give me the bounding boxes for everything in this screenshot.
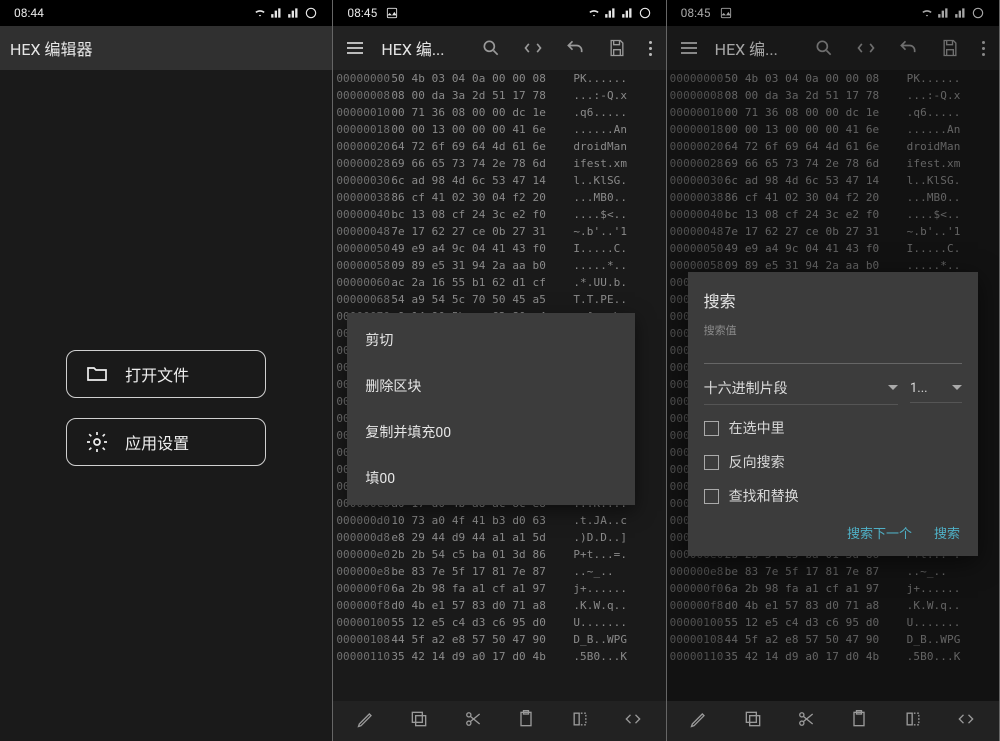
search-button[interactable] bbox=[477, 34, 505, 62]
goto-button[interactable] bbox=[519, 34, 547, 62]
scissors-icon bbox=[463, 709, 483, 729]
search-next-button[interactable]: 搜索下一个 bbox=[847, 523, 912, 542]
ctx-delete-block[interactable]: 删除区块 bbox=[347, 363, 635, 409]
app-title: HEX 编... bbox=[381, 36, 462, 60]
search-size-select[interactable]: 1... bbox=[910, 375, 962, 403]
code-button[interactable] bbox=[617, 703, 649, 739]
wifi-icon bbox=[587, 6, 601, 20]
menu-button[interactable] bbox=[343, 38, 367, 58]
search-value-input[interactable] bbox=[704, 340, 962, 364]
select-icon bbox=[570, 709, 590, 729]
check-replace[interactable]: 查找和替换 bbox=[688, 479, 978, 513]
checkbox-icon bbox=[704, 455, 719, 470]
arrows-icon bbox=[523, 38, 543, 58]
cut-button[interactable] bbox=[457, 703, 489, 739]
signal-icon bbox=[270, 6, 284, 20]
edit-button[interactable] bbox=[683, 703, 715, 739]
search-type-value: 十六进制片段 bbox=[704, 378, 788, 398]
search-size-value: 1... bbox=[910, 381, 928, 396]
code-button[interactable] bbox=[950, 703, 982, 739]
cut-button[interactable] bbox=[790, 703, 822, 739]
dialog-title: 搜索 bbox=[688, 288, 978, 322]
settings-label: 应用设置 bbox=[125, 430, 189, 454]
edit-button[interactable] bbox=[350, 703, 382, 739]
ctx-copy-fill-00[interactable]: 复制并填充00 bbox=[347, 409, 635, 455]
pencil-icon bbox=[689, 709, 709, 729]
select-icon bbox=[903, 709, 923, 729]
undo-icon bbox=[565, 38, 585, 58]
image-icon bbox=[385, 6, 399, 20]
wifi-icon bbox=[253, 6, 267, 20]
save-button[interactable] bbox=[603, 34, 631, 62]
search-go-button[interactable]: 搜索 bbox=[934, 523, 960, 542]
app-bar: HEX 编辑器 bbox=[0, 26, 332, 70]
copy-button[interactable] bbox=[403, 703, 435, 739]
check-in-selection[interactable]: 在选中里 bbox=[688, 411, 978, 445]
copy-icon bbox=[743, 709, 763, 729]
pane-editor-search: 08:45 HEX 编... 0000000050 4b 03 04 0a 00… bbox=[667, 0, 1000, 741]
gear-icon bbox=[85, 430, 109, 454]
circle-icon bbox=[304, 6, 318, 20]
pencil-icon bbox=[356, 709, 376, 729]
undo-button[interactable] bbox=[561, 34, 589, 62]
scissors-icon bbox=[796, 709, 816, 729]
chevron-down-icon bbox=[888, 385, 898, 395]
more-button[interactable] bbox=[645, 37, 656, 60]
bottom-toolbar bbox=[667, 701, 999, 741]
checkbox-icon bbox=[704, 421, 719, 436]
code-icon bbox=[956, 709, 976, 729]
bottom-toolbar bbox=[333, 701, 665, 741]
copy-icon bbox=[409, 709, 429, 729]
select-button[interactable] bbox=[564, 703, 596, 739]
signal-icon bbox=[604, 6, 618, 20]
context-menu: 剪切 删除区块 复制并填充00 填00 bbox=[347, 313, 635, 505]
pane-editor-ctx: 08:45 HEX 编... 0000000050 4b 03 04 0a 00… bbox=[333, 0, 666, 741]
status-bar: 08:44 bbox=[0, 0, 332, 26]
status-bar: 08:45 bbox=[333, 0, 665, 26]
save-icon bbox=[607, 38, 627, 58]
ctx-cut[interactable]: 剪切 bbox=[347, 317, 635, 363]
settings-button[interactable]: 应用设置 bbox=[66, 418, 266, 466]
select-button[interactable] bbox=[897, 703, 929, 739]
signal-icon-2 bbox=[287, 6, 301, 20]
code-icon bbox=[623, 709, 643, 729]
paste-button[interactable] bbox=[843, 703, 875, 739]
signal-icon-2 bbox=[621, 6, 635, 20]
pane-home: 08:44 HEX 编辑器 打开文件 应用设置 bbox=[0, 0, 333, 741]
open-file-label: 打开文件 bbox=[125, 362, 189, 386]
clipboard-icon bbox=[516, 709, 536, 729]
paste-button[interactable] bbox=[510, 703, 542, 739]
clipboard-icon bbox=[849, 709, 869, 729]
ctx-fill-00[interactable]: 填00 bbox=[347, 455, 635, 501]
search-dialog: 搜索 搜索值 十六进制片段 1... 在选中里 反向搜索 查找和替换 搜索下一个… bbox=[688, 272, 978, 556]
app-bar: HEX 编... bbox=[333, 26, 665, 70]
search-value-label: 搜索值 bbox=[688, 322, 978, 338]
circle-icon bbox=[638, 6, 652, 20]
status-time: 08:44 bbox=[14, 6, 44, 20]
checkbox-icon bbox=[704, 489, 719, 504]
status-time: 08:45 bbox=[347, 6, 377, 20]
check-reverse[interactable]: 反向搜索 bbox=[688, 445, 978, 479]
folder-icon bbox=[85, 362, 109, 386]
copy-button[interactable] bbox=[737, 703, 769, 739]
open-file-button[interactable]: 打开文件 bbox=[66, 350, 266, 398]
search-icon bbox=[481, 38, 501, 58]
chevron-down-icon bbox=[952, 385, 962, 395]
search-type-select[interactable]: 十六进制片段 bbox=[704, 372, 898, 405]
app-title: HEX 编辑器 bbox=[10, 36, 322, 60]
